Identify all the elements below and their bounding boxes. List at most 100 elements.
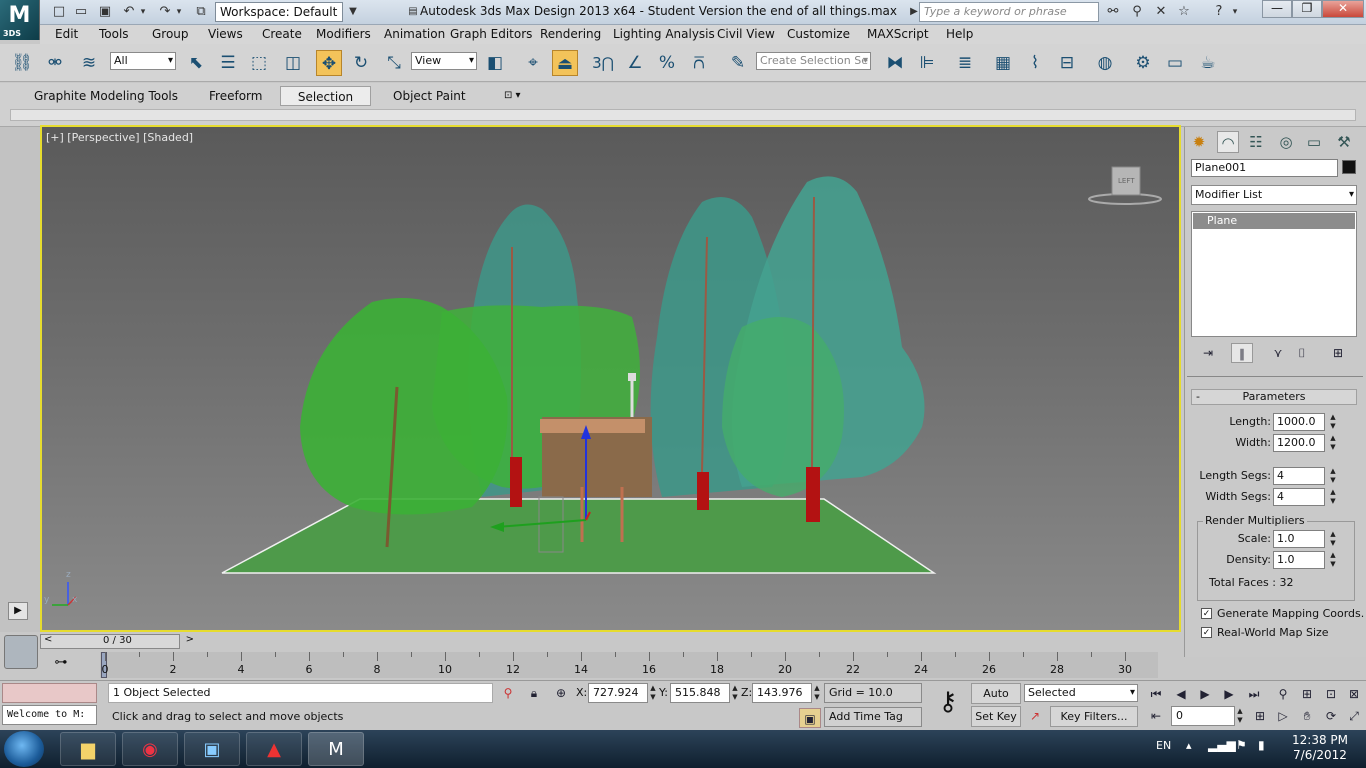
- favorites-icon[interactable]: ☆: [1175, 3, 1193, 21]
- density-spinner[interactable]: ▲ ▼: [1328, 551, 1338, 569]
- go-to-end-icon[interactable]: ⏭: [1243, 684, 1265, 704]
- track-filter-icon[interactable]: ⊶: [50, 655, 72, 675]
- object-name-field[interactable]: Plane001: [1191, 159, 1338, 177]
- menu-animation[interactable]: Animation: [384, 27, 445, 41]
- hierarchy-tab-icon[interactable]: ☷: [1245, 131, 1267, 153]
- zoom-icon[interactable]: ⚲: [1272, 684, 1294, 704]
- language-indicator[interactable]: EN: [1156, 739, 1171, 752]
- add-time-tag-button[interactable]: Add Time Tag: [824, 707, 922, 727]
- new-file-icon[interactable]: □: [50, 3, 68, 21]
- save-file-icon[interactable]: ▣: [96, 3, 114, 21]
- selection-lock-icon[interactable]: 🔒︎: [523, 683, 545, 703]
- taskbar-clock[interactable]: 12:38 PM 7/6/2012: [1292, 733, 1348, 763]
- help-dropdown-icon[interactable]: ▾: [1230, 3, 1240, 21]
- help-icon[interactable]: ?: [1210, 3, 1228, 21]
- orbit-icon[interactable]: ⟳: [1320, 706, 1342, 726]
- key-filters-button[interactable]: Key Filters...: [1050, 706, 1138, 727]
- go-to-start-icon[interactable]: ⏮: [1145, 684, 1167, 704]
- y-spinner[interactable]: ▲ ▼: [730, 684, 740, 702]
- selection-filter-select[interactable]: All: [110, 52, 176, 70]
- pan-view-icon[interactable]: ✋︎: [1296, 706, 1318, 726]
- chrome-icon[interactable]: ◉: [122, 732, 178, 766]
- real-world-map-checkbox[interactable]: ✓: [1201, 627, 1212, 638]
- align-icon[interactable]: ⊫: [914, 50, 940, 76]
- isolate-selection-icon[interactable]: ⚲: [497, 683, 519, 703]
- tab-freeform[interactable]: Freeform: [203, 86, 268, 106]
- track-bar[interactable]: 0 2 4 6 8 10 12 14 16 18 20 22 24 26 28 30: [100, 652, 1158, 678]
- field-of-view-icon[interactable]: ▷: [1272, 706, 1294, 726]
- time-tag-icon[interactable]: ▣: [799, 708, 821, 728]
- menu-tools[interactable]: Tools: [99, 27, 129, 41]
- time-prev-icon[interactable]: <: [44, 634, 52, 645]
- menu-lighting-analysis[interactable]: Lighting Analysis: [613, 27, 715, 41]
- start-button[interactable]: [4, 731, 44, 767]
- show-end-result-icon[interactable]: ∥: [1231, 343, 1253, 363]
- project-folder-icon[interactable]: ⧉: [192, 3, 210, 21]
- key-selection-select[interactable]: Selected: [1024, 684, 1138, 702]
- material-editor-icon[interactable]: ◍: [1092, 50, 1118, 76]
- mini-curve-editor-button[interactable]: [4, 635, 38, 669]
- configure-sets-icon[interactable]: ⊞: [1327, 343, 1349, 363]
- angle-snap-icon[interactable]: ∠: [622, 50, 648, 76]
- rect-selection-icon[interactable]: ⬚: [246, 50, 272, 76]
- ribbon-options-icon[interactable]: ⊡ ▾: [498, 86, 527, 106]
- curve-editor-icon[interactable]: ⌇: [1022, 50, 1048, 76]
- menu-create[interactable]: Create: [262, 27, 302, 41]
- close-button[interactable]: ✕: [1322, 0, 1364, 18]
- width-segs-spinner[interactable]: ▲ ▼: [1328, 488, 1338, 506]
- select-scale-icon[interactable]: ⤡: [381, 50, 407, 76]
- undo-dropdown-icon[interactable]: ▾: [138, 3, 148, 21]
- menu-views[interactable]: Views: [208, 27, 243, 41]
- expand-track-bar-button[interactable]: ▶: [8, 602, 28, 620]
- mirror-icon[interactable]: ⧓: [882, 50, 908, 76]
- menu-graph-editors[interactable]: Graph Editors: [450, 27, 532, 41]
- photo-viewer-icon[interactable]: ▣: [184, 732, 240, 766]
- select-move-icon[interactable]: ✥: [316, 50, 342, 76]
- y-coord-field[interactable]: 515.848: [670, 683, 730, 703]
- viewcube-face-label[interactable]: LEFT: [1118, 177, 1135, 185]
- maxscript-mini-listener[interactable]: Welcome to M:: [2, 705, 97, 725]
- bind-spacewarp-icon[interactable]: ≋: [76, 50, 102, 76]
- menu-group[interactable]: Group: [152, 27, 189, 41]
- undo-icon[interactable]: ↶: [120, 3, 138, 21]
- make-unique-icon[interactable]: ⋎: [1267, 343, 1289, 363]
- utilities-tab-icon[interactable]: ⚒: [1333, 131, 1355, 153]
- open-file-icon[interactable]: ▭: [72, 3, 90, 21]
- maxscript-listener-pink[interactable]: [2, 683, 97, 703]
- perspective-viewport[interactable]: [+] [Perspective] [Shaded] LEFT z y x: [40, 125, 1181, 632]
- time-next-icon[interactable]: >: [186, 634, 194, 645]
- redo-dropdown-icon[interactable]: ▾: [174, 3, 184, 21]
- tab-graphite-modeling-tools[interactable]: Graphite Modeling Tools: [28, 86, 184, 106]
- rendered-frame-icon[interactable]: ▭: [1162, 50, 1188, 76]
- battery-icon[interactable]: ▮: [1258, 738, 1265, 752]
- current-frame-spinner[interactable]: ▲ ▼: [1235, 707, 1245, 725]
- subscription-icon[interactable]: ⚲: [1128, 3, 1146, 21]
- density-field[interactable]: 1.0: [1273, 551, 1325, 569]
- minimize-button[interactable]: —: [1262, 0, 1292, 18]
- snaps-toggle-icon[interactable]: 3⋂: [590, 50, 616, 76]
- flag-icon[interactable]: ⚑: [1236, 738, 1247, 752]
- maximize-viewport-icon[interactable]: ⤢: [1343, 706, 1365, 726]
- network-icon[interactable]: ▂▄▆: [1208, 738, 1236, 752]
- scale-field[interactable]: 1.0: [1273, 530, 1325, 548]
- pin-stack-icon[interactable]: ⇥: [1197, 343, 1219, 363]
- select-link-icon[interactable]: ⛓: [9, 50, 35, 76]
- scale-spinner[interactable]: ▲ ▼: [1328, 530, 1338, 548]
- parameters-rollout-header[interactable]: - Parameters: [1191, 389, 1357, 405]
- menu-edit[interactable]: Edit: [55, 27, 78, 41]
- width-spinner[interactable]: ▲ ▼: [1328, 434, 1338, 452]
- stack-item-plane[interactable]: Plane: [1193, 213, 1355, 229]
- select-by-name-icon[interactable]: ☰: [215, 50, 241, 76]
- communication-icon[interactable]: ✕: [1152, 3, 1170, 21]
- pivot-center-icon[interactable]: ◧: [482, 50, 508, 76]
- render-setup-icon[interactable]: ⚙: [1130, 50, 1156, 76]
- graphite-toggle-icon[interactable]: ▦: [990, 50, 1016, 76]
- unlink-icon[interactable]: ⚮: [42, 50, 68, 76]
- menu-rendering[interactable]: Rendering: [540, 27, 601, 41]
- select-rotate-icon[interactable]: ↻: [348, 50, 374, 76]
- percent-snap-icon[interactable]: %: [654, 50, 680, 76]
- motion-tab-icon[interactable]: ◎: [1275, 131, 1297, 153]
- set-key-button[interactable]: Set Key: [971, 706, 1021, 727]
- create-tab-icon[interactable]: ✹: [1188, 131, 1210, 153]
- previous-frame-icon[interactable]: ◀︎: [1170, 684, 1192, 704]
